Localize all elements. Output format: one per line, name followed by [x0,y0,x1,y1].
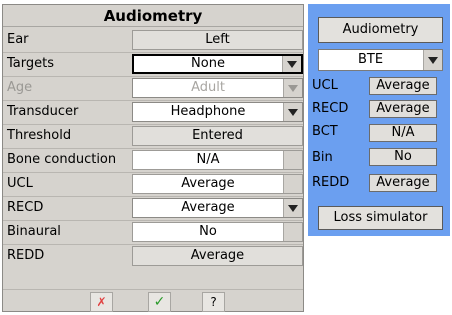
transducer-dropdown[interactable]: Headphone [132,102,303,122]
close-icon: ✗ [96,295,107,309]
row-age: Age Adult [3,76,303,101]
targets-value: None [191,56,225,71]
side-recd-label: RECD [312,101,349,116]
redd-label: REDD [7,248,45,263]
side-bin-value: No [369,148,437,166]
help-button[interactable]: ? [202,292,225,312]
ok-button[interactable]: ✓ [148,292,171,312]
row-threshold: Threshold Entered [3,124,303,149]
transducer-value: Headphone [170,104,246,119]
loss-simulator-button[interactable]: Loss simulator [318,206,443,230]
bone-conduction-field[interactable]: N/A [132,150,303,170]
bone-conduction-button[interactable] [283,151,302,169]
transducer-label: Transducer [7,104,79,119]
age-label: Age [7,80,33,95]
recd-dropdown[interactable]: Average [132,198,303,218]
side-panel: Audiometry BTE UCL Average RECD Average … [308,4,450,236]
binaural-value: No [199,224,217,239]
binaural-field[interactable]: No [132,222,303,242]
row-binaural: Binaural No [3,220,303,245]
recd-label: RECD [7,200,44,215]
ucl-value: Average [181,176,235,191]
panel-title: Audiometry [3,5,303,27]
row-targets: Targets None [3,52,303,77]
recd-value: Average [181,200,235,215]
chevron-down-icon[interactable] [282,56,301,72]
binaural-label: Binaural [7,224,61,239]
targets-label: Targets [7,56,54,71]
age-dropdown[interactable]: Adult [132,78,303,98]
row-ear: Ear Left [3,28,303,53]
divider [3,289,303,290]
ucl-field[interactable]: Average [132,174,303,194]
chevron-down-icon[interactable] [423,50,442,70]
style-value: BTE [357,52,384,67]
side-ucl-label: UCL [312,78,338,93]
row-bone-conduction: Bone conduction N/A [3,148,303,173]
row-recd: RECD Average [3,196,303,221]
redd-value[interactable]: Average [132,246,303,266]
side-ucl-value: Average [369,77,437,95]
chevron-down-icon[interactable] [283,103,302,121]
side-bct-value: N/A [369,124,437,142]
chevron-down-icon[interactable] [283,79,302,97]
ucl-button[interactable] [283,175,302,193]
side-recd-value: Average [369,100,437,118]
check-icon: ✓ [153,294,166,310]
row-transducer: Transducer Headphone [3,100,303,125]
chevron-down-icon[interactable] [283,199,302,217]
row-ucl: UCL Average [3,172,303,197]
side-bin-label: Bin [312,150,333,165]
binaural-button[interactable] [283,223,302,241]
age-value: Adult [191,80,225,95]
ear-label: Ear [7,32,29,47]
audiometry-button[interactable]: Audiometry [318,17,443,43]
threshold-value[interactable]: Entered [132,126,303,146]
ear-value[interactable]: Left [132,30,303,50]
audiometry-panel: Audiometry Ear Left Targets None Age Adu… [2,4,304,312]
cancel-button[interactable]: ✗ [90,292,113,312]
bone-conduction-value: N/A [196,152,220,167]
row-redd: REDD Average [3,244,303,268]
ucl-label: UCL [7,176,33,191]
side-redd-value: Average [369,174,437,192]
bone-conduction-label: Bone conduction [7,152,117,167]
style-dropdown[interactable]: BTE [318,49,443,71]
targets-dropdown[interactable]: None [132,54,303,74]
side-bct-label: BCT [312,124,338,139]
side-redd-label: REDD [312,175,350,190]
threshold-label: Threshold [7,128,72,143]
help-icon: ? [210,295,217,309]
